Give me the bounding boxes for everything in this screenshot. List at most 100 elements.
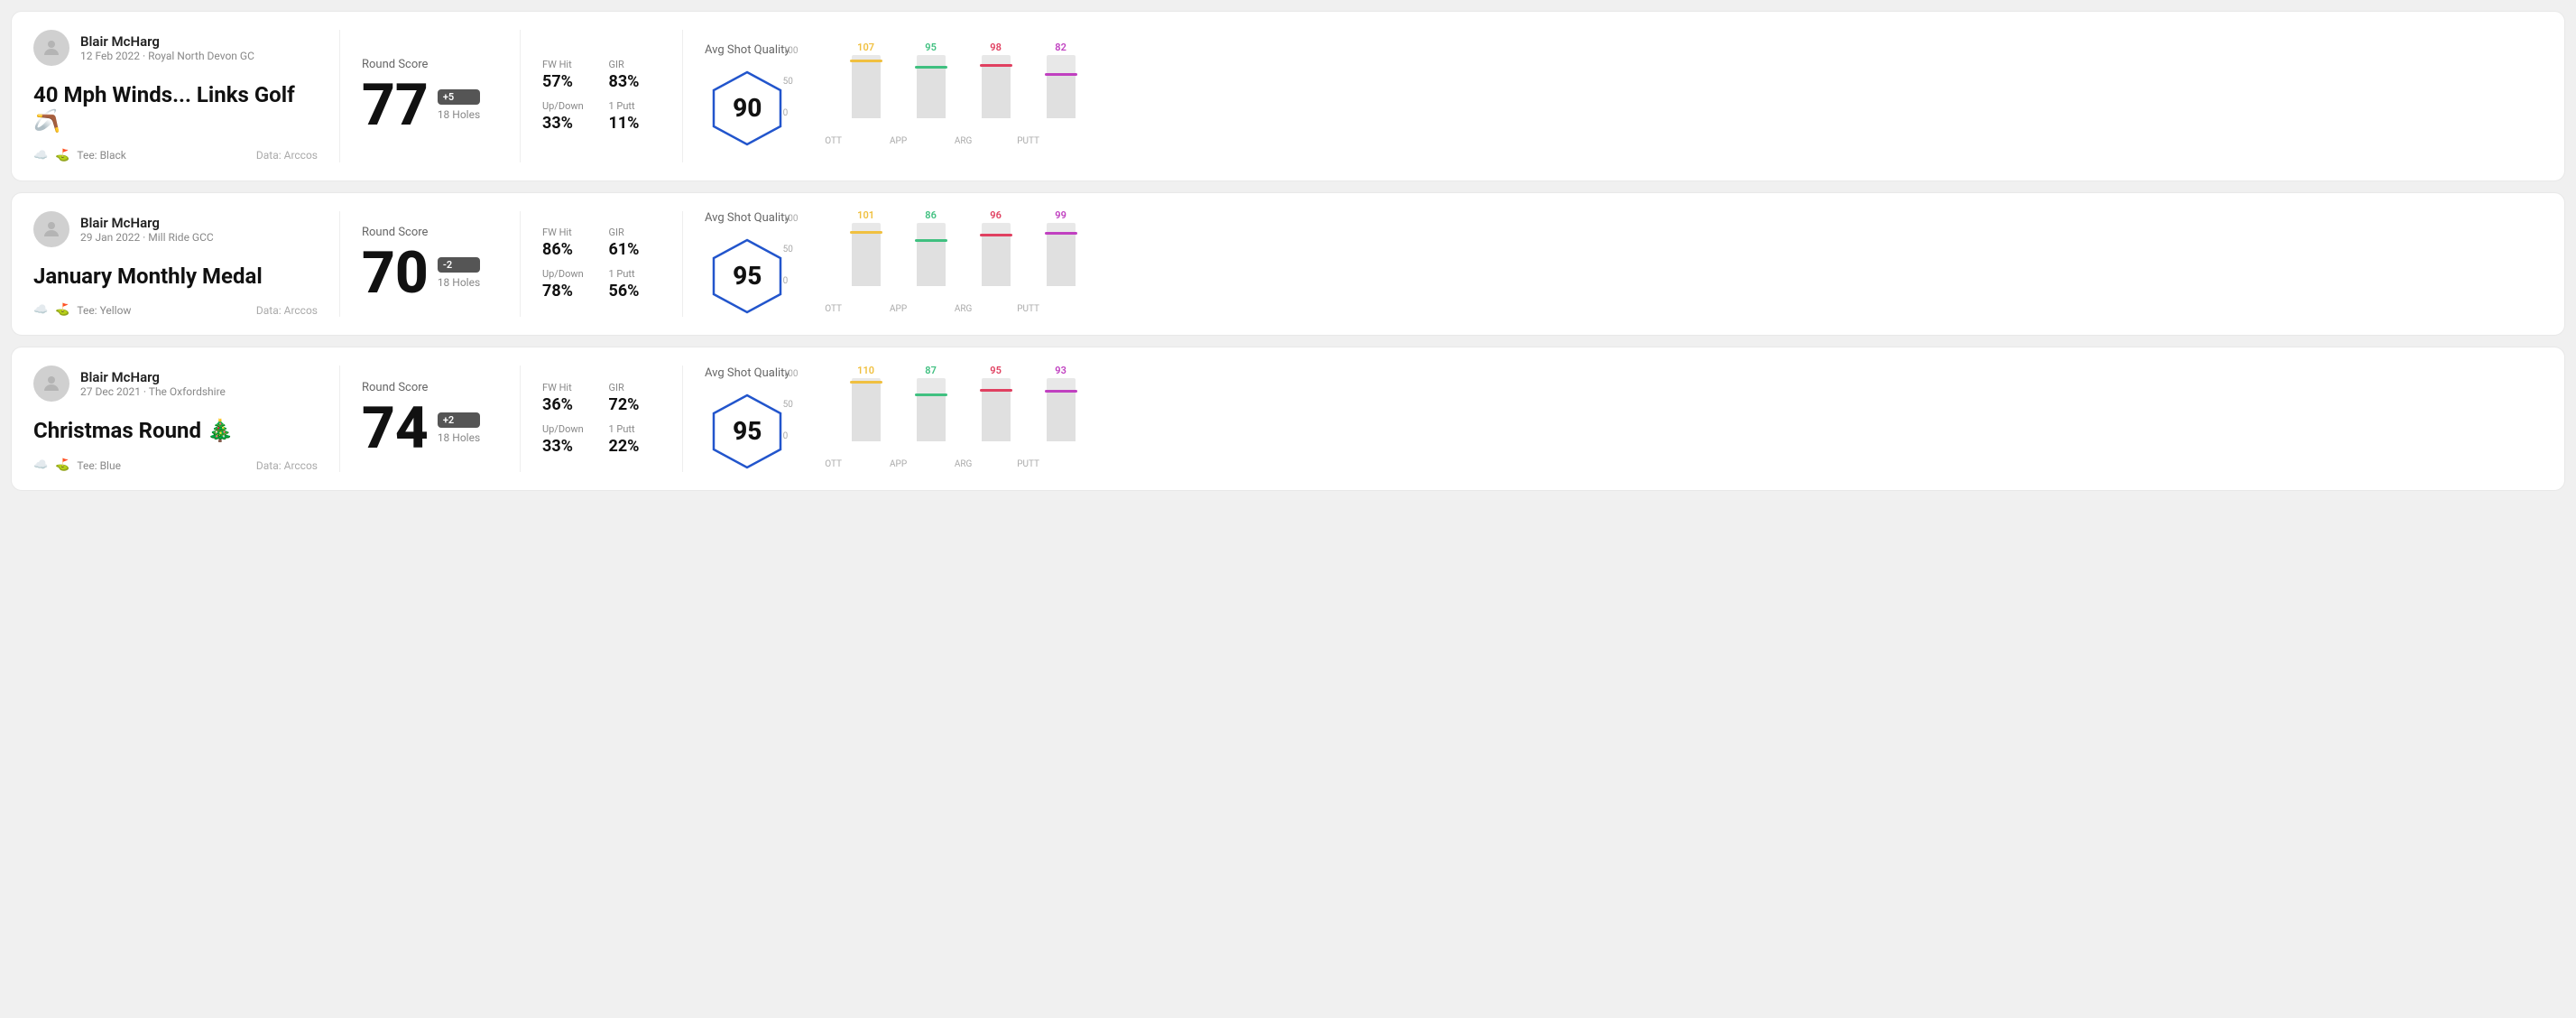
round-title: Christmas Round 🎄 [33,418,318,444]
fw-hit-label: FW Hit [542,59,595,70]
score-big: 77 [362,77,429,134]
round-score-label: Round Score [362,226,498,239]
chart-wrapper: 100 50 0 101 86 [812,214,2543,304]
gir-label: GIR [609,382,661,393]
chart-area: 100 50 0 110 87 [812,369,2543,469]
up-down-value: 78% [542,282,595,301]
bar-background [852,378,881,441]
stats-section: FW Hit 57% GIR 83% Up/Down 33% 1 Putt 11… [521,30,683,162]
data-source: Data: Arccos [256,459,318,472]
bar-fill [917,66,946,118]
bar-fill [917,239,946,286]
profile-info: Blair McHarg 27 Dec 2021 · The Oxfordshi… [80,369,226,398]
round-card: Blair McHarg 12 Feb 2022 · Royal North D… [11,11,2565,181]
bar-indicator [915,66,947,69]
x-axis-label: PUTT [1007,136,1050,146]
bar-value-label: 86 [925,209,937,221]
hex-wrap: 90 [706,68,788,149]
score-badge: -2 [438,257,480,273]
bar-column: 86 [909,209,953,286]
up-down-value: 33% [542,114,595,133]
x-axis-label: APP [877,304,920,314]
weather-icon: ☁️ [33,458,48,472]
round-score-label: Round Score [362,381,498,394]
up-down-stat: Up/Down 78% [542,268,595,301]
bar-column: 87 [909,365,953,441]
card-footer: ☁️ ⛳ Tee: Yellow Data: Arccos [33,303,318,317]
tee-info: ☁️ ⛳ Tee: Blue [33,458,121,472]
one-putt-stat: 1 Putt 11% [609,100,661,133]
bar-column: 82 [1039,42,1083,118]
bar-indicator [915,393,947,396]
chart-wrapper: 100 50 0 110 87 [812,369,2543,459]
tee-info: ☁️ ⛳ Tee: Black [33,149,126,162]
hexagon-container: Avg Shot Quality 95 [705,366,790,472]
hexagon-container: Avg Shot Quality 90 [705,43,790,149]
bar-indicator [980,234,1012,236]
x-axis-label: APP [877,136,920,146]
profile-date: 12 Feb 2022 · Royal North Devon GC [80,50,254,62]
hex-score: 95 [733,416,762,446]
bar-fill [852,231,881,286]
round-card: Blair McHarg 29 Jan 2022 · Mill Ride GCC… [11,192,2565,337]
weather-icon: ☁️ [33,149,48,162]
bar-fill [982,389,1011,441]
chart-bars: 110 87 95 [845,369,2543,459]
bar-fill [1047,73,1076,118]
stats-section: FW Hit 36% GIR 72% Up/Down 33% 1 Putt 22… [521,366,683,472]
bar-fill [1047,232,1076,286]
round-score-section: Round Score 77 +5 18 Holes [340,30,521,162]
bar-background [852,55,881,118]
score-badge-col: +2 18 Holes [438,412,480,444]
holes-label: 18 Holes [438,108,480,121]
fw-hit-stat: FW Hit 36% [542,382,595,414]
y-axis-labels: 100 50 0 [783,214,799,286]
x-axis-label: APP [877,459,920,469]
bar-background [852,223,881,286]
chart-area: 100 50 0 107 95 [812,46,2543,146]
up-down-label: Up/Down [542,268,595,280]
bar-value-label: 107 [857,42,874,53]
up-down-stat: Up/Down 33% [542,100,595,133]
bar-column: 107 [845,42,888,118]
fw-hit-value: 36% [542,395,595,414]
one-putt-value: 22% [609,437,661,456]
score-big: 70 [362,245,429,302]
score-row: 74 +2 18 Holes [362,400,498,458]
card-left: Blair McHarg 29 Jan 2022 · Mill Ride GCC… [33,211,340,318]
x-axis-label: PUTT [1007,459,1050,469]
bar-fill [1047,390,1076,441]
profile-name: Blair McHarg [80,369,226,385]
one-putt-stat: 1 Putt 56% [609,268,661,301]
bar-indicator [980,389,1012,392]
bar-background [982,223,1011,286]
hex-wrap: 95 [706,391,788,472]
gir-label: GIR [609,227,661,238]
tee-label: Tee: Yellow [77,304,131,317]
x-axis-label: OTT [812,459,855,469]
y-axis-labels: 100 50 0 [783,369,799,441]
hex-wrap: 95 [706,236,788,317]
y-axis-labels: 100 50 0 [783,46,799,118]
one-putt-stat: 1 Putt 22% [609,423,661,456]
stats-section: FW Hit 86% GIR 61% Up/Down 78% 1 Putt 56… [521,211,683,318]
bar-indicator [915,239,947,242]
bar-column: 93 [1039,365,1083,441]
card-left: Blair McHarg 12 Feb 2022 · Royal North D… [33,30,340,162]
round-score-section: Round Score 70 -2 18 Holes [340,211,521,318]
bar-value-label: 95 [925,42,937,53]
bar-column: 99 [1039,209,1083,286]
round-title: January Monthly Medal [33,264,318,290]
profile-date: 27 Dec 2021 · The Oxfordshire [80,385,226,398]
x-axis-label: OTT [812,304,855,314]
holes-label: 18 Holes [438,431,480,444]
bar-indicator [850,60,882,62]
stats-grid: FW Hit 86% GIR 61% Up/Down 78% 1 Putt 56… [542,227,660,301]
profile-row: Blair McHarg 29 Jan 2022 · Mill Ride GCC [33,211,318,247]
stats-grid: FW Hit 57% GIR 83% Up/Down 33% 1 Putt 11… [542,59,660,133]
fw-hit-stat: FW Hit 57% [542,59,595,91]
bar-background [917,55,946,118]
x-axis: OTT APP ARG PUTT [812,459,2543,469]
bar-column: 98 [974,42,1018,118]
golf-icon: ⛳ [55,149,69,162]
